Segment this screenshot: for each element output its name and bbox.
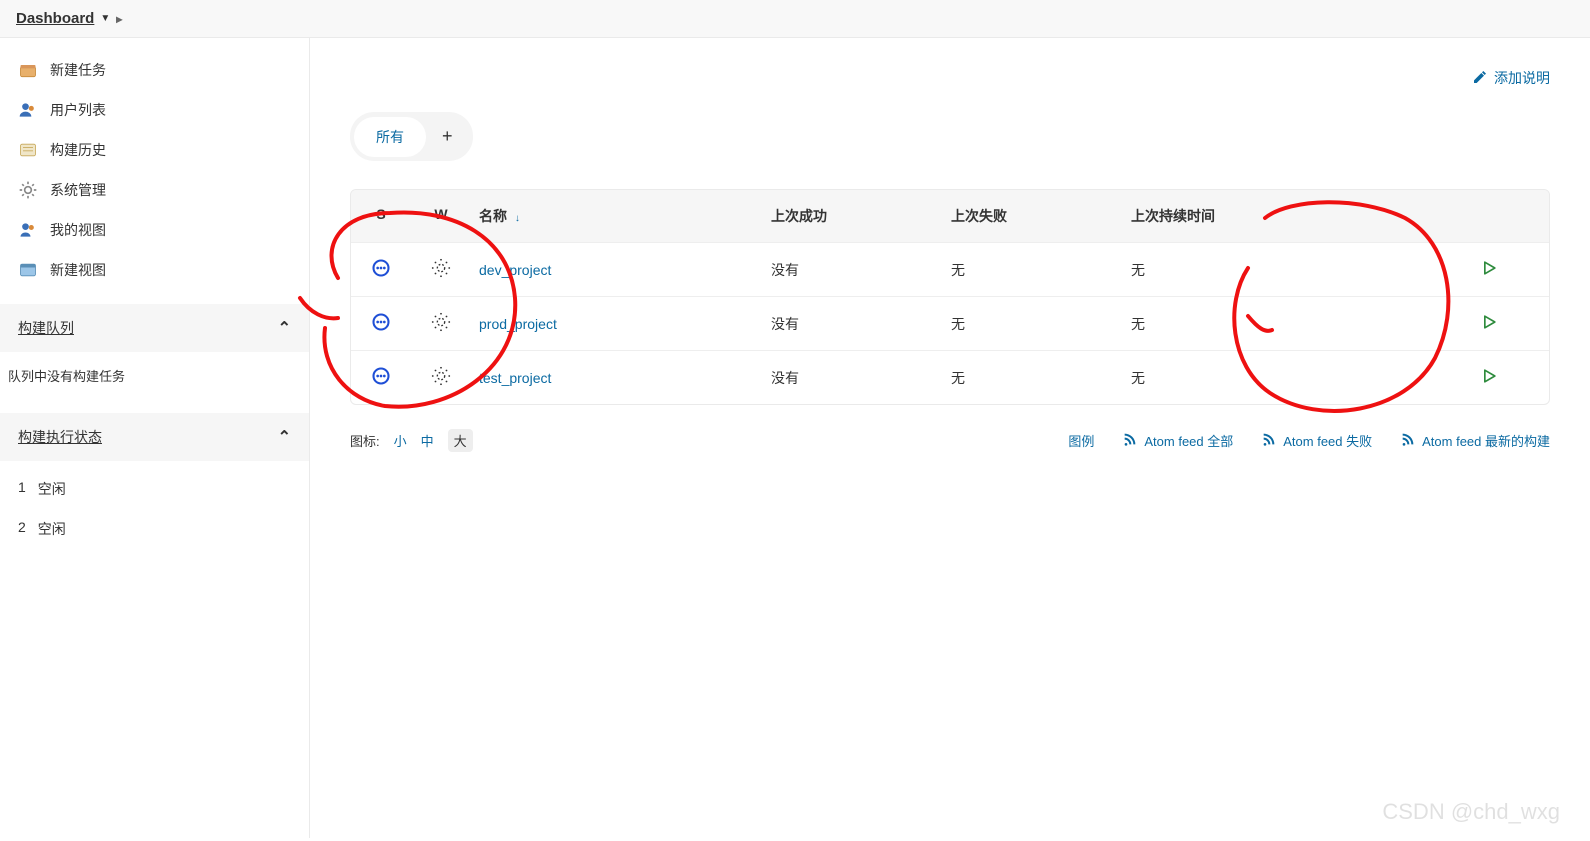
rss-icon (1261, 431, 1277, 450)
add-description-link[interactable]: 添加说明 (1472, 68, 1550, 88)
table-row: test_project 没有 无 无 (351, 350, 1549, 404)
my-views-icon (18, 220, 38, 240)
sidebar-item-new-view[interactable]: 新建视图 (0, 250, 309, 290)
legend-link[interactable]: 图例 (1068, 431, 1094, 450)
edit-icon (1472, 69, 1488, 88)
build-now-button[interactable] (1479, 258, 1499, 278)
sidebar-item-label: 新建视图 (50, 260, 106, 280)
chevron-up-icon[interactable]: ⌃ (278, 318, 291, 338)
build-now-button[interactable] (1479, 312, 1499, 332)
chevron-up-icon[interactable]: ⌃ (278, 427, 291, 447)
sidebar: 新建任务 用户列表 构建历史 系统管理 (0, 38, 310, 838)
icon-size-medium[interactable]: 中 (421, 431, 434, 450)
tab-add-view[interactable]: + (426, 116, 469, 157)
executor-title: 构建执行状态 (18, 427, 102, 447)
breadcrumb[interactable]: Dashboard ▼ ▸ (16, 10, 122, 27)
job-last-success: 没有 (771, 260, 951, 280)
sidebar-item-label: 我的视图 (50, 220, 106, 240)
sidebar-item-label: 新建任务 (50, 60, 106, 80)
job-last-fail: 无 (951, 260, 1131, 280)
sidebar-item-label: 系统管理 (50, 180, 106, 200)
sidebar-item-people[interactable]: 用户列表 (0, 90, 309, 130)
view-tabs: 所有 + (350, 112, 473, 161)
job-last-fail: 无 (951, 314, 1131, 334)
executor-section[interactable]: 构建执行状态 ⌃ (0, 413, 309, 461)
col-name[interactable]: 名称 ↓ (471, 206, 771, 226)
job-table: S W 名称 ↓ 上次成功 上次失败 上次持续时间 dev_project (350, 189, 1550, 405)
sidebar-item-new-item[interactable]: 新建任务 (0, 50, 309, 90)
atom-feed-latest[interactable]: Atom feed 最新的构建 (1400, 431, 1550, 450)
new-view-icon (18, 260, 38, 280)
job-duration: 无 (1131, 314, 1429, 334)
build-queue-section[interactable]: 构建队列 ⌃ (0, 304, 309, 352)
status-notbuilt-icon (351, 366, 411, 389)
job-link[interactable]: test_project (479, 370, 551, 386)
icon-size-label: 图标: (350, 431, 380, 450)
sort-down-icon: ↓ (515, 213, 520, 224)
breadcrumb-dashboard[interactable]: Dashboard (16, 10, 94, 27)
col-weather[interactable]: W (411, 206, 471, 226)
chevron-right-icon: ▸ (116, 12, 122, 26)
table-row: dev_project 没有 无 无 (351, 242, 1549, 296)
executor-status: 空闲 (38, 479, 66, 499)
sidebar-item-label: 用户列表 (50, 100, 106, 120)
executor-number: 1 (18, 479, 26, 499)
weather-nodata-icon (411, 311, 471, 336)
status-notbuilt-icon (351, 258, 411, 281)
tab-all[interactable]: 所有 (354, 117, 426, 157)
rss-icon (1400, 431, 1416, 450)
job-duration: 无 (1131, 368, 1429, 388)
weather-nodata-icon (411, 365, 471, 390)
build-queue-empty: 队列中没有构建任务 (0, 352, 309, 399)
col-status[interactable]: S (351, 206, 411, 226)
top-bar: Dashboard ▼ ▸ (0, 0, 1590, 38)
history-icon (18, 140, 38, 160)
table-footer: 图标: 小 中 大 图例 Atom feed 全部 Atom feed 失败 A… (350, 429, 1550, 452)
build-queue-title: 构建队列 (18, 318, 74, 338)
executor-row[interactable]: 1 空闲 (0, 469, 309, 509)
job-last-fail: 无 (951, 368, 1131, 388)
executor-status: 空闲 (38, 519, 66, 539)
main-panel: 添加说明 所有 + S W 名称 ↓ 上次成功 上次失败 上次持续时间 (310, 38, 1590, 838)
sidebar-item-manage[interactable]: 系统管理 (0, 170, 309, 210)
job-last-success: 没有 (771, 368, 951, 388)
weather-nodata-icon (411, 257, 471, 282)
sidebar-item-build-history[interactable]: 构建历史 (0, 130, 309, 170)
job-link[interactable]: prod_project (479, 316, 557, 332)
status-notbuilt-icon (351, 312, 411, 335)
people-icon (18, 100, 38, 120)
sidebar-item-my-views[interactable]: 我的视图 (0, 210, 309, 250)
add-description-label: 添加说明 (1494, 68, 1550, 88)
build-now-button[interactable] (1479, 366, 1499, 386)
icon-size-small[interactable]: 小 (394, 431, 407, 450)
executor-number: 2 (18, 519, 26, 539)
executor-row[interactable]: 2 空闲 (0, 509, 309, 549)
col-duration[interactable]: 上次持续时间 (1131, 206, 1429, 226)
icon-size-large[interactable]: 大 (448, 429, 473, 452)
caret-down-icon[interactable]: ▼ (100, 13, 110, 24)
rss-icon (1122, 431, 1138, 450)
atom-feed-failures[interactable]: Atom feed 失败 (1261, 431, 1372, 450)
table-row: prod_project 没有 无 无 (351, 296, 1549, 350)
col-last-fail[interactable]: 上次失败 (951, 206, 1131, 226)
job-table-header: S W 名称 ↓ 上次成功 上次失败 上次持续时间 (351, 190, 1549, 242)
sidebar-item-label: 构建历史 (50, 140, 106, 160)
gear-icon (18, 180, 38, 200)
job-link[interactable]: dev_project (479, 262, 551, 278)
job-duration: 无 (1131, 260, 1429, 280)
new-item-icon (18, 60, 38, 80)
col-last-success[interactable]: 上次成功 (771, 206, 951, 226)
atom-feed-all[interactable]: Atom feed 全部 (1122, 431, 1233, 450)
job-last-success: 没有 (771, 314, 951, 334)
